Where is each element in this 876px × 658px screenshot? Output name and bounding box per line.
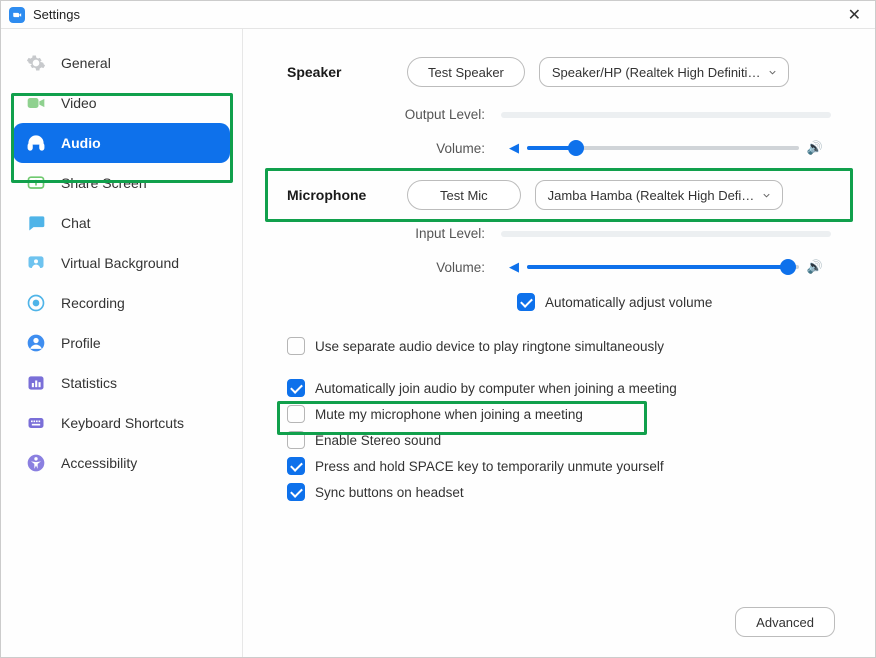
speaker-section-label: Speaker bbox=[287, 64, 407, 80]
auto-adjust-volume-checkbox[interactable] bbox=[517, 293, 535, 311]
sidebar-item-label: Share Screen bbox=[61, 175, 147, 191]
sidebar-item-label: Chat bbox=[61, 215, 91, 231]
sidebar-item-label: General bbox=[61, 55, 111, 71]
advanced-button[interactable]: Advanced bbox=[735, 607, 835, 637]
audio-settings-panel: Speaker Test Speaker Speaker/HP (Realtek… bbox=[243, 29, 875, 657]
sidebar-item-label: Keyboard Shortcuts bbox=[61, 415, 184, 431]
chevron-down-icon bbox=[767, 66, 778, 81]
sidebar-item-video[interactable]: Video bbox=[13, 83, 230, 123]
mute-on-join-label: Mute my microphone when joining a meetin… bbox=[315, 407, 583, 422]
sync-headset-checkbox[interactable] bbox=[287, 483, 305, 501]
zoom-app-icon bbox=[9, 7, 25, 23]
space-unmute-checkbox[interactable] bbox=[287, 457, 305, 475]
sidebar-item-label: Accessibility bbox=[61, 455, 137, 471]
enable-stereo-label: Enable Stereo sound bbox=[315, 433, 441, 448]
profile-icon bbox=[25, 332, 47, 354]
sidebar-item-profile[interactable]: Profile bbox=[13, 323, 230, 363]
sidebar-item-label: Video bbox=[61, 95, 97, 111]
headphones-icon bbox=[25, 132, 47, 154]
microphone-device-select[interactable]: Jamba Hamba (Realtek High Defi… bbox=[535, 180, 784, 210]
video-icon bbox=[25, 92, 47, 114]
enable-stereo-checkbox[interactable] bbox=[287, 431, 305, 449]
sidebar-item-statistics[interactable]: Statistics bbox=[13, 363, 230, 403]
sidebar-item-virtual-background[interactable]: Virtual Background bbox=[13, 243, 230, 283]
recording-icon bbox=[25, 292, 47, 314]
input-level-label: Input Level: bbox=[287, 226, 501, 241]
speaker-volume-label: Volume: bbox=[287, 141, 501, 156]
volume-high-icon: 🔊 bbox=[807, 140, 823, 156]
sidebar-item-label: Profile bbox=[61, 335, 101, 351]
sidebar-item-chat[interactable]: Chat bbox=[13, 203, 230, 243]
mic-volume-slider[interactable] bbox=[527, 265, 799, 269]
sidebar-item-label: Audio bbox=[61, 135, 101, 151]
sync-headset-label: Sync buttons on headset bbox=[315, 485, 464, 500]
sidebar-item-accessibility[interactable]: Accessibility bbox=[13, 443, 230, 483]
microphone-device-value: Jamba Hamba (Realtek High Defi… bbox=[548, 188, 755, 203]
sidebar-item-label: Recording bbox=[61, 295, 125, 311]
speaker-volume-slider[interactable] bbox=[527, 146, 799, 150]
sidebar-item-recording[interactable]: Recording bbox=[13, 283, 230, 323]
microphone-section-label: Microphone bbox=[287, 187, 407, 203]
close-icon[interactable]: ✕ bbox=[842, 5, 867, 25]
volume-low-icon: ◀ bbox=[509, 259, 519, 275]
volume-low-icon: ◀ bbox=[509, 140, 519, 156]
output-level-meter bbox=[501, 112, 831, 118]
auto-join-audio-checkbox[interactable] bbox=[287, 379, 305, 397]
keyboard-icon bbox=[25, 412, 47, 434]
sidebar-item-audio[interactable]: Audio bbox=[13, 123, 230, 163]
sidebar-item-share-screen[interactable]: Share Screen bbox=[13, 163, 230, 203]
mute-on-join-checkbox[interactable] bbox=[287, 405, 305, 423]
sidebar-item-label: Statistics bbox=[61, 375, 117, 391]
titlebar: Settings ✕ bbox=[1, 1, 875, 29]
volume-high-icon: 🔊 bbox=[807, 259, 823, 275]
sidebar-item-general[interactable]: General bbox=[13, 43, 230, 83]
test-mic-button[interactable]: Test Mic bbox=[407, 180, 521, 210]
speaker-device-select[interactable]: Speaker/HP (Realtek High Definiti… bbox=[539, 57, 790, 87]
mic-volume-label: Volume: bbox=[287, 260, 501, 275]
output-level-label: Output Level: bbox=[287, 107, 501, 122]
separate-ringtone-checkbox[interactable] bbox=[287, 337, 305, 355]
gear-icon bbox=[25, 52, 47, 74]
sidebar: General Video Audio Share Screen Chat Vi… bbox=[1, 29, 243, 657]
space-unmute-label: Press and hold SPACE key to temporarily … bbox=[315, 459, 664, 474]
accessibility-icon bbox=[25, 452, 47, 474]
share-screen-icon bbox=[25, 172, 47, 194]
chat-icon bbox=[25, 212, 47, 234]
window-title: Settings bbox=[33, 7, 80, 22]
settings-window: Settings ✕ General Video Audio Share Scr… bbox=[0, 0, 876, 658]
input-level-meter bbox=[501, 231, 831, 237]
chevron-down-icon bbox=[761, 189, 772, 204]
sidebar-item-keyboard-shortcuts[interactable]: Keyboard Shortcuts bbox=[13, 403, 230, 443]
test-speaker-button[interactable]: Test Speaker bbox=[407, 57, 525, 87]
statistics-icon bbox=[25, 372, 47, 394]
sidebar-item-label: Virtual Background bbox=[61, 255, 179, 271]
auto-join-audio-label: Automatically join audio by computer whe… bbox=[315, 381, 677, 396]
speaker-device-value: Speaker/HP (Realtek High Definiti… bbox=[552, 65, 761, 80]
auto-adjust-volume-label: Automatically adjust volume bbox=[545, 295, 712, 310]
virtual-bg-icon bbox=[25, 252, 47, 274]
separate-ringtone-label: Use separate audio device to play ringto… bbox=[315, 339, 664, 354]
